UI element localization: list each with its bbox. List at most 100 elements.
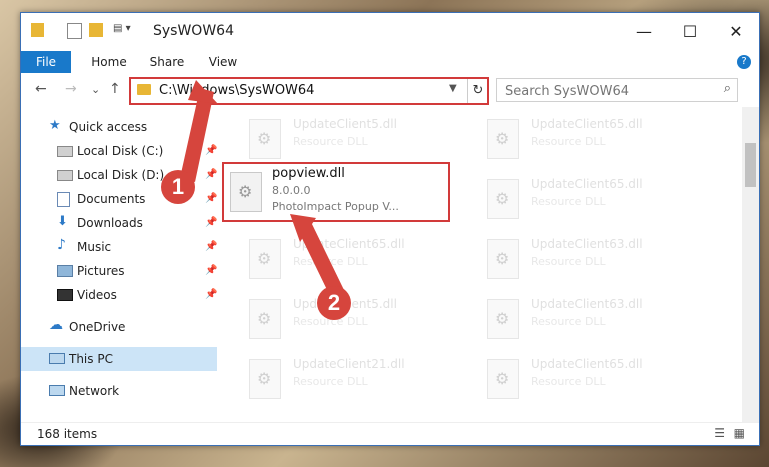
sidebar-item-label: Local Disk (C:)	[77, 144, 164, 158]
file-explorer-window: ▤ ▾ SysWOW64 — ☐ ✕ File Home Share View …	[20, 12, 760, 446]
details-view-icon[interactable]: ☰	[714, 426, 725, 440]
back-button[interactable]: ←	[35, 81, 47, 97]
dll-file-icon	[487, 119, 519, 159]
list-item[interactable]: UpdateClient5.dll Resource DLL	[243, 113, 463, 161]
sidebar-item-music[interactable]: ♪ Music 📌	[21, 235, 217, 259]
file-name: UpdateClient5.dll	[293, 117, 397, 131]
tab-home[interactable]: Home	[87, 51, 131, 73]
list-item[interactable]: UpdateClient65.dll Resource DLL	[481, 353, 701, 401]
help-icon[interactable]: ?	[737, 55, 751, 69]
search-box[interactable]: ⌕	[496, 78, 738, 102]
file-name: UpdateClient21.dll	[293, 357, 405, 371]
properties-icon[interactable]	[67, 23, 82, 39]
minimize-button[interactable]: —	[621, 13, 667, 51]
file-name: UpdateClient65.dll	[531, 117, 643, 131]
pin-icon: 📌	[205, 289, 218, 300]
cloud-icon: ☁	[49, 317, 63, 333]
pictures-icon	[57, 265, 73, 277]
file-name: UpdateClient65.dll	[531, 177, 643, 191]
sidebar-item-local-disk-c[interactable]: Local Disk (C:) 📌	[21, 139, 217, 163]
tab-share[interactable]: Share	[145, 51, 189, 73]
item-count: 168 items	[37, 427, 98, 441]
highlighted-file-popview[interactable]: popview.dll 8.0.0.0 PhotoImpact Popup V.…	[222, 162, 450, 222]
list-item[interactable]: UpdateClient5.dll Resource DLL	[243, 293, 463, 341]
download-icon: ⬇	[57, 214, 68, 229]
dll-file-icon	[249, 239, 281, 279]
dll-file-icon	[487, 239, 519, 279]
file-name: UpdateClient63.dll	[531, 237, 643, 251]
music-icon: ♪	[57, 237, 66, 253]
sidebar-item-label: Documents	[77, 192, 146, 206]
sidebar-item-videos[interactable]: Videos 📌	[21, 283, 217, 307]
sidebar-item-downloads[interactable]: ⬇ Downloads 📌	[21, 211, 217, 235]
file-description: Resource DLL	[531, 195, 606, 208]
list-item[interactable]: UpdateClient65.dll Resource DLL	[481, 113, 701, 161]
file-description: Resource DLL	[531, 375, 606, 388]
folder-icon	[137, 84, 151, 95]
sidebar-item-onedrive[interactable]: ☁ OneDrive	[21, 315, 217, 339]
sidebar-item-label: OneDrive	[69, 320, 126, 334]
sidebar-item-label: Quick access	[69, 120, 148, 134]
file-name: UpdateClient65.dll	[531, 357, 643, 371]
scrollbar-thumb[interactable]	[745, 143, 756, 187]
pin-icon: 📌	[205, 217, 218, 228]
large-icons-view-icon[interactable]: ▦	[734, 426, 745, 440]
sidebar-item-this-pc[interactable]: This PC	[21, 347, 217, 371]
videos-icon	[57, 289, 73, 301]
list-item[interactable]: UpdateClient21.dll Resource DLL	[243, 353, 463, 401]
address-bar[interactable]: C:\Windows\SysWOW64 ▼ ↻	[129, 77, 489, 105]
file-description: Resource DLL	[531, 255, 606, 268]
file-name: UpdateClient65.dll	[293, 237, 405, 251]
forward-button[interactable]: →	[65, 81, 77, 97]
file-description: Resource DLL	[293, 375, 368, 388]
maximize-button[interactable]: ☐	[667, 13, 713, 51]
sidebar-item-label: Videos	[77, 288, 117, 302]
drive-icon	[57, 170, 73, 181]
sidebar-item-quick-access[interactable]: ★ Quick access	[21, 115, 217, 139]
search-input[interactable]	[503, 81, 707, 101]
sidebar-item-label: Music	[77, 240, 112, 254]
chevron-down-icon[interactable]: ▼	[449, 83, 457, 94]
list-item[interactable]: UpdateClient65.dll Resource DLL	[481, 173, 701, 221]
computer-icon	[49, 353, 65, 364]
sidebar-item-label: Local Disk (D:)	[77, 168, 165, 182]
sidebar-item-label: Network	[69, 384, 120, 398]
file-description: PhotoImpact Popup V...	[272, 200, 399, 213]
vertical-scrollbar[interactable]	[742, 107, 759, 425]
up-button[interactable]: ↑	[109, 81, 121, 97]
list-item[interactable]: popview.dll 8.0.0.0 PhotoImpact Popup V.…	[224, 166, 444, 214]
search-icon: ⌕	[723, 81, 731, 96]
list-item[interactable]: UpdateClient63.dll Resource DLL	[481, 233, 701, 281]
sidebar-item-label: Downloads	[77, 216, 143, 230]
file-description: Resource DLL	[531, 135, 606, 148]
tab-view[interactable]: View	[203, 51, 243, 73]
file-description: Resource DLL	[531, 315, 606, 328]
close-button[interactable]: ✕	[713, 13, 759, 51]
new-folder-icon[interactable]	[89, 23, 103, 37]
file-name: popview.dll	[272, 166, 345, 181]
file-description: Resource DLL	[293, 135, 368, 148]
sidebar-item-pictures[interactable]: Pictures 📌	[21, 259, 217, 283]
file-list: UpdateClient5.dll Resource DLL UpdateCli…	[217, 113, 737, 423]
dll-file-icon	[249, 359, 281, 399]
status-bar: 168 items ☰ ▦	[21, 422, 759, 445]
refresh-button[interactable]: ↻	[467, 79, 488, 103]
file-version: 8.0.0.0	[272, 184, 311, 197]
dll-file-icon	[487, 179, 519, 219]
file-description: Resource DLL	[293, 255, 368, 268]
navigation-pane: ★ Quick access Local Disk (C:) 📌 Local D…	[21, 113, 217, 413]
list-item[interactable]: UpdateClient63.dll Resource DLL	[481, 293, 701, 341]
step-2-badge: 2	[317, 286, 351, 320]
customize-toolbar-icon[interactable]: ▤ ▾	[113, 23, 135, 37]
drive-icon	[57, 146, 73, 157]
step-1-badge: 1	[161, 170, 195, 204]
dll-file-icon	[487, 359, 519, 399]
dll-file-icon	[230, 172, 262, 212]
pin-icon: 📌	[205, 193, 218, 204]
folder-icon	[31, 23, 44, 37]
pin-icon: 📌	[205, 145, 218, 156]
sidebar-item-network[interactable]: Network	[21, 379, 217, 403]
recent-locations-button[interactable]: ⌄	[91, 83, 100, 96]
list-item[interactable]: UpdateClient65.dll Resource DLL	[243, 233, 463, 281]
dll-file-icon	[249, 119, 281, 159]
